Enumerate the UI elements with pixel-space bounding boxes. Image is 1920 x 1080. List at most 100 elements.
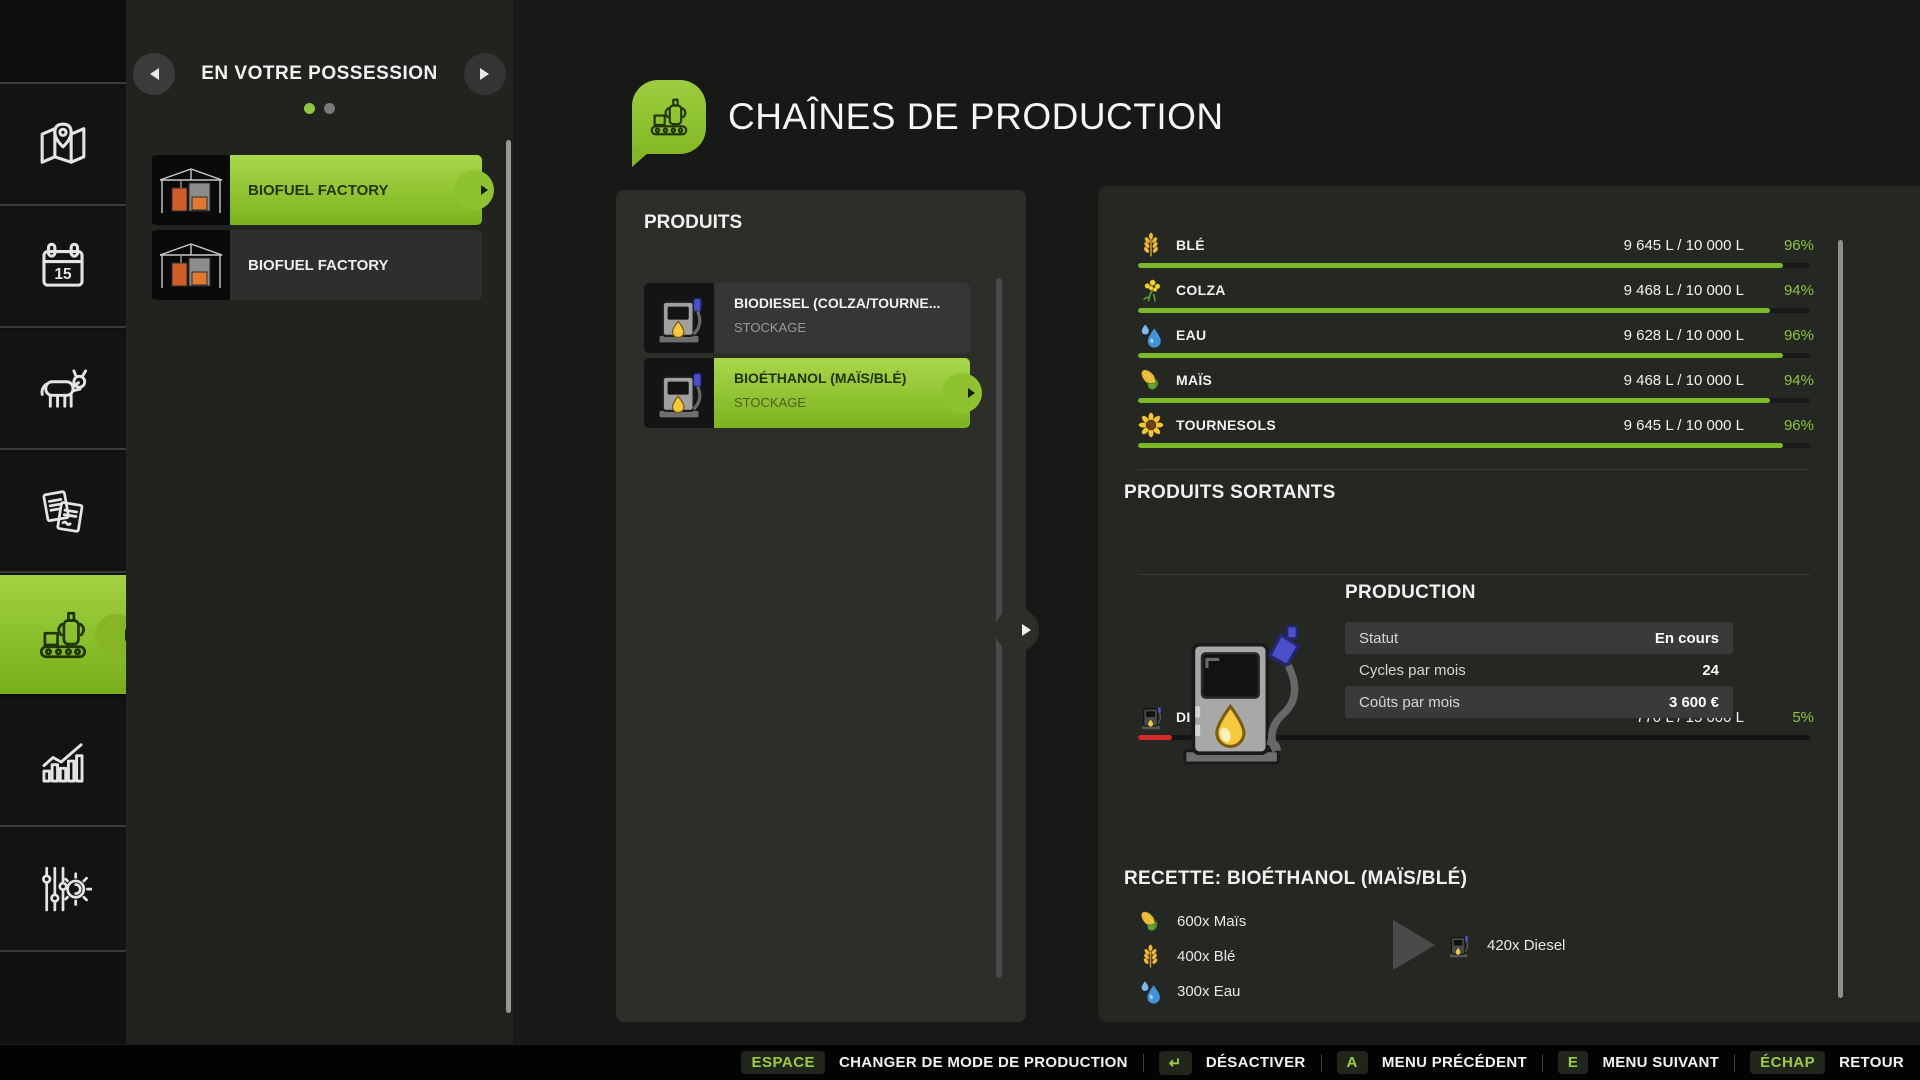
prev-category-button[interactable] [133,53,175,95]
product-list-item[interactable]: BIODIESEL (COLZA/TOURNE... STOCKAGE [644,283,970,353]
chevron-left-icon [150,68,159,80]
sidebar-item-settings[interactable] [0,829,126,952]
action-label: DÉSACTIVER [1206,1054,1306,1071]
factory-name: BIOFUEL FACTORY [248,182,389,199]
factory-name: BIOFUEL FACTORY [248,257,389,274]
product-list-item-selected[interactable]: BIOÉTHANOL (MAÏS/BLÉ) STOCKAGE [644,358,970,428]
action-change-production-mode[interactable]: ESPACE CHANGER DE MODE DE PRODUCTION [741,1051,1127,1074]
sidebar-item-calendar[interactable] [0,208,126,328]
keybind-bar: ESPACE CHANGER DE MODE DE PRODUCTION ↵ D… [0,1044,1920,1080]
page-dot-2[interactable] [324,103,335,114]
input-resources-list: BLÉ 9 645 L / 10 000 L 96% COLZA 9 468 L… [1138,230,1814,455]
sunflower-icon [1138,412,1164,438]
action-label: CHANGER DE MODE DE PRODUCTION [839,1054,1128,1071]
cow-icon [34,360,92,418]
page-dot-1[interactable] [304,103,315,114]
product-thumbnail [644,358,714,428]
resource-percent: 5% [1756,709,1814,726]
page-title: CHAÎNES DE PRODUCTION [728,96,1224,138]
resource-amount: 9 468 L / 10 000 L [1624,282,1744,299]
resource-name: COLZA [1176,282,1226,298]
fuel-pump-image [1160,618,1318,770]
row-value: En cours [1655,630,1719,647]
resource-percent: 94% [1756,372,1814,389]
separator [1321,1054,1322,1072]
selected-arrow-icon [968,388,975,398]
key-e[interactable]: E [1558,1051,1589,1074]
ingredient-label: 300x Eau [1177,983,1240,1000]
key-espace[interactable]: ESPACE [741,1051,825,1074]
production-icon [34,606,92,664]
row-value: 3 600 € [1669,694,1719,711]
table-row: Statut En cours [1345,622,1733,654]
resource-bar [1138,353,1810,358]
row-label: Statut [1359,630,1398,647]
map-icon [34,116,92,174]
contracts-icon [34,483,92,541]
action-previous-menu[interactable]: A MENU PRÉCÉDENT [1337,1051,1527,1074]
section-divider [1138,574,1810,575]
fuel-pump-icon [1164,620,1314,768]
resource-row: TOURNESOLS 9 645 L / 10 000 L 96% [1138,410,1814,455]
separator [1143,1054,1144,1072]
products-panel-title: PRODUITS [644,212,742,234]
sidebar-item-animals[interactable] [0,330,126,450]
ingredient-label: 600x Maïs [1177,913,1246,930]
factory-list-item-selected[interactable]: BIOFUEL FACTORY [152,155,482,225]
panel-expander[interactable] [995,608,1039,652]
action-next-menu[interactable]: E MENU SUIVANT [1558,1051,1719,1074]
factory-thumbnail [152,155,230,225]
key-echap[interactable]: ÉCHAP [1750,1051,1825,1074]
possession-column: EN VOTRE POSSESSION BIOFUEL FACTORY BIOF… [126,0,513,1044]
recipe-arrow-icon [1393,920,1435,970]
resource-amount: 9 645 L / 10 000 L [1624,237,1744,254]
corn-icon [1138,367,1164,393]
action-label: MENU SUIVANT [1602,1054,1719,1071]
sidebar-item-statistics[interactable] [0,698,126,827]
factory-image [152,156,230,224]
action-deactivate[interactable]: ↵ DÉSACTIVER [1159,1051,1306,1075]
resource-row: EAU 9 628 L / 10 000 L 96% [1138,320,1814,365]
resource-bar [1138,398,1810,403]
key-a[interactable]: A [1337,1051,1368,1074]
water-icon [1138,322,1164,348]
recipe-output: 420x Diesel [1446,930,1565,960]
resource-name: BLÉ [1176,237,1205,253]
main-sidebar [0,0,126,1044]
resource-name: MAÏS [1176,372,1212,388]
production-title: PRODUCTION [1345,582,1476,604]
recipe-title: RECETTE: BIOÉTHANOL (MAÏS/BLÉ) [1124,868,1467,890]
wheat-icon [1138,944,1163,969]
row-label: Coûts par mois [1359,694,1460,711]
separator [1542,1054,1543,1072]
sidebar-item-production[interactable] [0,575,126,696]
canola-icon [1138,277,1164,303]
possession-title: EN VOTRE POSSESSION [201,63,438,85]
section-divider [1138,469,1810,470]
resource-row: MAÏS 9 468 L / 10 000 L 94% [1138,365,1814,410]
selected-bump [454,170,494,210]
sliders-gear-icon [34,861,92,919]
sidebar-item-contracts[interactable] [0,452,126,573]
possession-scrollbar[interactable] [506,140,511,1013]
ingredient-label: 400x Blé [1177,948,1235,965]
chevron-right-icon [480,68,489,80]
next-category-button[interactable] [464,53,506,95]
sidebar-item-map[interactable] [0,86,126,206]
production-detail-panel: BLÉ 9 645 L / 10 000 L 96% COLZA 9 468 L… [1098,186,1920,1022]
products-panel: PRODUITS BIODIESEL (COLZA/TOURNE... STOC… [616,190,1026,1022]
resource-percent: 96% [1756,417,1814,434]
outputs-title: PRODUITS SORTANTS [1124,482,1336,504]
action-back[interactable]: ÉCHAP RETOUR [1750,1051,1904,1074]
detail-scrollbar[interactable] [1838,240,1843,998]
key-enter[interactable]: ↵ [1159,1051,1192,1075]
fuel-pump-icon [653,367,705,419]
fuel-pump-icon [653,292,705,344]
statistics-icon [34,733,92,791]
resource-bar [1138,263,1810,268]
resource-percent: 94% [1756,282,1814,299]
calendar-icon [34,238,92,296]
selected-arrow-icon [481,185,488,195]
factory-list-item[interactable]: BIOFUEL FACTORY [152,230,482,300]
production-icon [646,94,692,140]
